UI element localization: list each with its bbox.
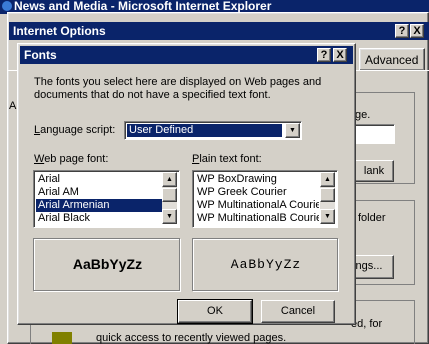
web-page-font-listbox[interactable]: Arial Arial AM Arial Armenian Arial Blac… xyxy=(33,170,180,228)
use-blank-button[interactable]: lank xyxy=(354,160,394,182)
fonts-dialog-title: Fonts xyxy=(24,48,57,62)
plain-text-font-listbox[interactable]: WP BoxDrawing WP Greek Courier WP Multin… xyxy=(192,170,338,228)
home-page-text-fragment: ge. xyxy=(355,109,371,121)
web-font-preview-box: AaBbYyZz xyxy=(33,238,180,291)
use-blank-button-label: lank xyxy=(363,165,385,177)
cancel-button[interactable]: Cancel xyxy=(261,300,335,323)
web-font-scroll-down-icon[interactable]: ▼ xyxy=(162,209,177,224)
web-font-item-arial-am[interactable]: Arial AM xyxy=(36,186,162,199)
plain-font-item-boxdrawing[interactable]: WP BoxDrawing xyxy=(195,173,319,186)
plain-font-preview-text: AaBbYyZz xyxy=(230,257,302,272)
fonts-help-button[interactable]: ? xyxy=(317,48,331,62)
language-script-label: Language script: xyxy=(34,124,116,136)
fonts-close-button[interactable]: X xyxy=(333,48,347,62)
history-icon xyxy=(52,332,72,344)
internet-options-help-button[interactable]: ? xyxy=(395,24,409,38)
plain-font-scroll-down-icon[interactable]: ▼ xyxy=(320,209,335,224)
plain-font-item-multinational-b[interactable]: WP MultinationalB Courier xyxy=(195,212,319,225)
web-font-scrollbar[interactable]: ▲ ▼ xyxy=(162,172,177,224)
settings-button-label: ngs... xyxy=(355,260,383,272)
ie-logo-icon xyxy=(2,1,12,11)
web-font-preview-text: AaBbYyZz xyxy=(72,256,143,272)
tab-advanced-label: Advanced xyxy=(365,53,419,67)
plain-font-item-multinational-a[interactable]: WP MultinationalA Courier xyxy=(195,199,319,212)
plain-font-scroll-thumb[interactable] xyxy=(320,188,335,202)
ok-button[interactable]: OK xyxy=(177,299,253,324)
plain-font-preview-box: AaBbYyZz xyxy=(192,238,338,291)
language-script-dropdown-arrow[interactable]: ▼ xyxy=(285,123,300,138)
web-page-font-label: Web page font: xyxy=(34,153,109,165)
fonts-dialog-titlebar: Fonts xyxy=(20,46,353,64)
web-font-scroll-thumb[interactable] xyxy=(162,188,177,202)
language-script-value: User Defined xyxy=(126,123,283,138)
language-script-dropdown[interactable]: User Defined ▼ xyxy=(124,121,302,140)
web-font-item-arial-black[interactable]: Arial Black xyxy=(36,212,162,225)
left-fragment-text: A xyxy=(9,100,17,112)
internet-options-close-button[interactable]: X xyxy=(410,24,424,38)
plain-text-font-label: Plain text font: xyxy=(192,153,262,165)
plain-font-scroll-up-icon[interactable]: ▲ xyxy=(320,172,335,187)
web-font-item-arial[interactable]: Arial xyxy=(36,173,162,186)
internet-options-title: Internet Options xyxy=(13,24,106,38)
ok-button-label: OK xyxy=(207,305,223,317)
plain-font-scrollbar[interactable]: ▲ ▼ xyxy=(320,172,335,224)
tab-advanced[interactable]: Advanced xyxy=(359,48,425,70)
home-page-address-input[interactable] xyxy=(355,124,395,144)
web-font-item-arial-armenian[interactable]: Arial Armenian xyxy=(36,199,162,212)
history-description: quick access to recently viewed pages. xyxy=(96,332,287,344)
cancel-button-label: Cancel xyxy=(280,305,316,317)
plain-font-item-greek-courier[interactable]: WP Greek Courier xyxy=(195,186,319,199)
folder-text-fragment: folder xyxy=(358,212,386,224)
internet-options-titlebar: Internet Options xyxy=(9,22,429,40)
web-font-scroll-up-icon[interactable]: ▲ xyxy=(162,172,177,187)
fonts-description: The fonts you select here are displayed … xyxy=(34,76,322,101)
